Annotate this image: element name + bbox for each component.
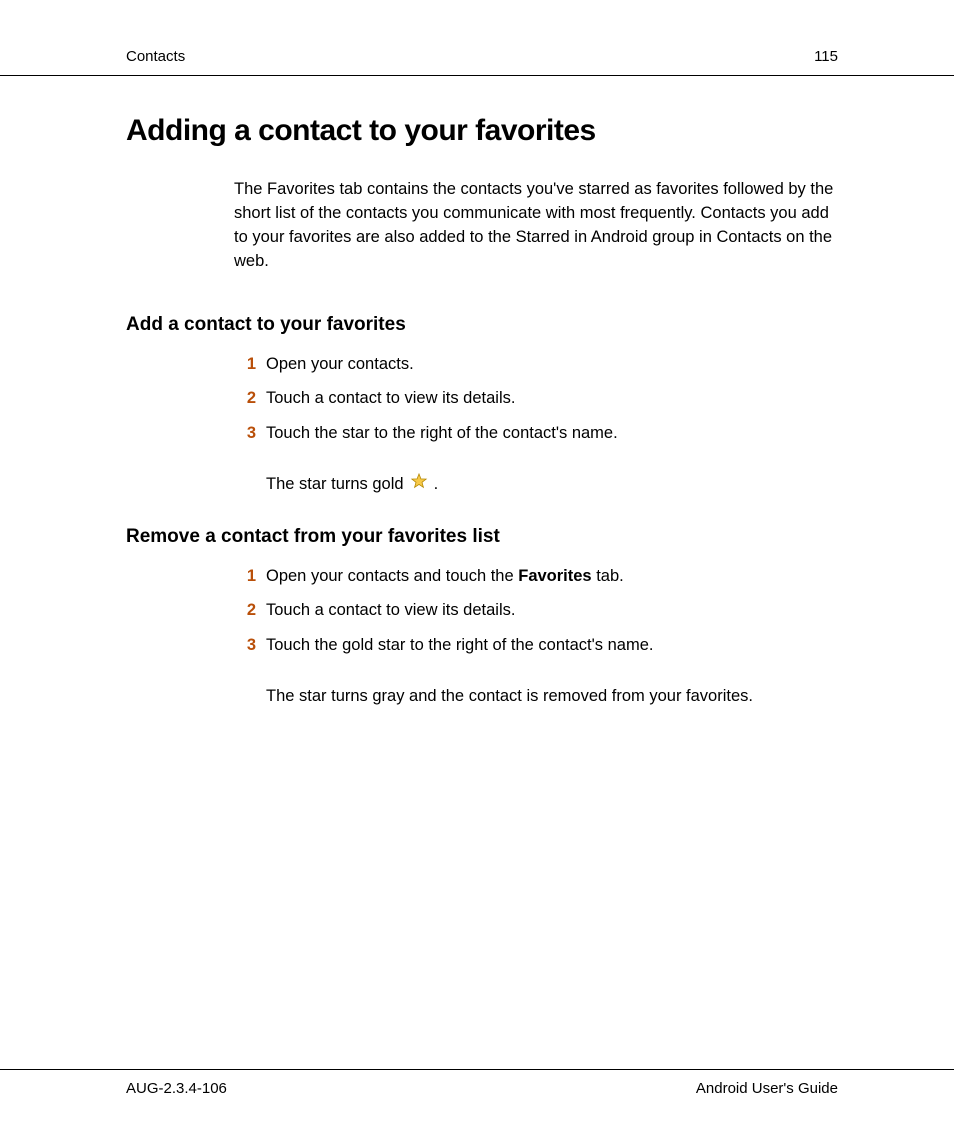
step-text: Touch a contact to view its details. (266, 386, 838, 411)
subline-text: The star turns gray and the contact is r… (266, 684, 753, 709)
step-text: Touch the gold star to the right of the … (266, 633, 838, 658)
section1-heading: Add a contact to your favorites (126, 314, 838, 336)
section2-subline: The star turns gray and the contact is r… (266, 684, 838, 709)
step-text: Open your contacts and touch the Favorit… (266, 564, 838, 589)
section2-steps: 1 Open your contacts and touch the Favor… (234, 564, 838, 658)
list-item: 3 Touch the star to the right of the con… (234, 421, 838, 446)
section1-steps: 1 Open your contacts. 2 Touch a contact … (234, 352, 838, 446)
page-header: Contacts 115 (0, 0, 954, 76)
step-number: 3 (234, 421, 256, 446)
main-heading: Adding a contact to your favorites (126, 114, 838, 148)
step-number: 1 (234, 564, 256, 589)
header-section: Contacts (126, 48, 185, 65)
list-item: 2 Touch a contact to view its details. (234, 386, 838, 411)
step-text-bold: Favorites (518, 567, 591, 585)
star-icon (410, 472, 428, 498)
section1-subline: The star turns gold . (266, 472, 838, 498)
list-item: 3 Touch the gold star to the right of th… (234, 633, 838, 658)
list-item: 2 Touch a contact to view its details. (234, 598, 838, 623)
list-item: 1 Open your contacts and touch the Favor… (234, 564, 838, 589)
step-text: Open your contacts. (266, 352, 838, 377)
step-number: 3 (234, 633, 256, 658)
intro-paragraph: The Favorites tab contains the contacts … (234, 178, 838, 274)
step-text-suffix: tab. (592, 567, 624, 585)
step-number: 1 (234, 352, 256, 377)
step-text: Touch the star to the right of the conta… (266, 421, 838, 446)
section2-heading: Remove a contact from your favorites lis… (126, 526, 838, 548)
page-content: Adding a contact to your favorites The F… (0, 76, 954, 709)
subline-suffix: . (434, 472, 439, 497)
header-page-number: 115 (814, 48, 838, 65)
list-item: 1 Open your contacts. (234, 352, 838, 377)
step-number: 2 (234, 598, 256, 623)
step-number: 2 (234, 386, 256, 411)
footer-right: Android User's Guide (696, 1080, 838, 1097)
subline-prefix: The star turns gold (266, 472, 404, 497)
step-text-prefix: Open your contacts and touch the (266, 567, 518, 585)
page-footer: AUG-2.3.4-106 Android User's Guide (0, 1069, 954, 1097)
step-text: Touch a contact to view its details. (266, 598, 838, 623)
footer-left: AUG-2.3.4-106 (126, 1080, 227, 1097)
